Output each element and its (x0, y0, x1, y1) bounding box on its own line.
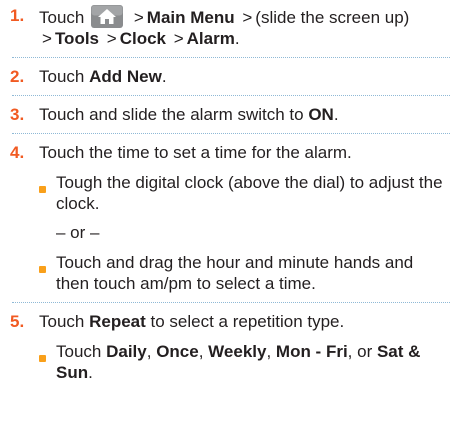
menu-path-tools: Tools (54, 29, 100, 48)
add-new-label: Add New (89, 67, 162, 86)
step-touch-word: Touch (39, 8, 85, 27)
arrow-separator: > (106, 29, 117, 48)
option-daily: Daily (106, 342, 147, 361)
step-2: 2. Touch Add New. (6, 66, 450, 87)
comma: , (198, 342, 209, 361)
comma: , (146, 342, 157, 361)
step-number: 1. (10, 6, 25, 25)
option-weekly: Weekly (208, 342, 267, 361)
dotted-divider (12, 302, 450, 303)
step-number: 4. (10, 143, 25, 162)
instruction-list: 1. Touch > Main Menu > (slide the screen u… (0, 0, 458, 439)
square-bullet-icon (39, 355, 46, 362)
bullet-text: Touch Daily, Once, Weekly, Mon - Fri, or… (56, 341, 450, 383)
step-pre: Touch (39, 312, 90, 331)
step-4: 4. Touch the time to set a time for the … (6, 142, 450, 163)
bullet-text: Tough the digital clock (above the dial)… (56, 173, 443, 213)
or-separator: – or – (56, 223, 100, 242)
option-once: Once (156, 342, 199, 361)
period: . (161, 67, 167, 86)
step-number: 5. (10, 312, 25, 331)
dotted-divider (12, 57, 450, 58)
dotted-divider (12, 133, 450, 134)
step-1: 1. Touch > Main Menu > (slide the screen u… (6, 5, 450, 49)
bullet-marker (39, 172, 56, 198)
step-5: 5. Touch Repeat to select a repetition t… (6, 311, 450, 332)
step-pre: Touch and slide the alarm switch to (39, 105, 309, 124)
step-text: Touch Repeat to select a repetition type… (39, 311, 450, 332)
on-label: ON (308, 105, 334, 124)
step-text: Touch and slide the alarm switch to ON. (39, 104, 450, 125)
bullet-pre: Touch (56, 342, 107, 361)
square-bullet-icon (39, 266, 46, 273)
arrow-separator: > (42, 29, 52, 48)
step-number: 3. (10, 105, 25, 124)
step-post: to select a repetition type. (145, 312, 345, 331)
repeat-label: Repeat (89, 312, 146, 331)
bullet-marker (39, 252, 56, 278)
period: . (234, 29, 240, 48)
home-icon (91, 5, 124, 28)
menu-path-main-menu: Main Menu (146, 8, 235, 27)
step-number: 2. (10, 67, 25, 86)
arrow-separator: > (242, 8, 253, 27)
bullet-item: Touch Daily, Once, Weekly, Mon - Fri, or… (39, 341, 450, 383)
dotted-divider (12, 95, 450, 96)
menu-path-alarm: Alarm (186, 29, 235, 48)
bullet-text: Touch and drag the hour and minute hands… (56, 253, 414, 293)
comma-or: , or (347, 342, 377, 361)
square-bullet-icon (39, 186, 46, 193)
arrow-separator: > (133, 8, 144, 27)
period: . (333, 105, 339, 124)
menu-path-clock: Clock (119, 29, 166, 48)
option-mon-fri: Mon - Fri (275, 342, 348, 361)
bullet-item: Touch and drag the hour and minute hands… (39, 252, 450, 294)
step-text: Touch > Main Menu > (slide the screen up) … (39, 5, 450, 49)
period: . (88, 363, 93, 382)
bullet-marker (39, 341, 56, 367)
arrow-separator: > (173, 29, 184, 48)
step-text: Touch Add New. (39, 66, 450, 87)
step-3: 3. Touch and slide the alarm switch to O… (6, 104, 450, 125)
comma: , (266, 342, 276, 361)
slide-note: (slide the screen up) (255, 8, 410, 27)
step-text: Touch the time to set a time for the ala… (39, 143, 352, 162)
bullet-item: Tough the digital clock (above the dial)… (39, 172, 450, 214)
step-pre: Touch (39, 67, 90, 86)
